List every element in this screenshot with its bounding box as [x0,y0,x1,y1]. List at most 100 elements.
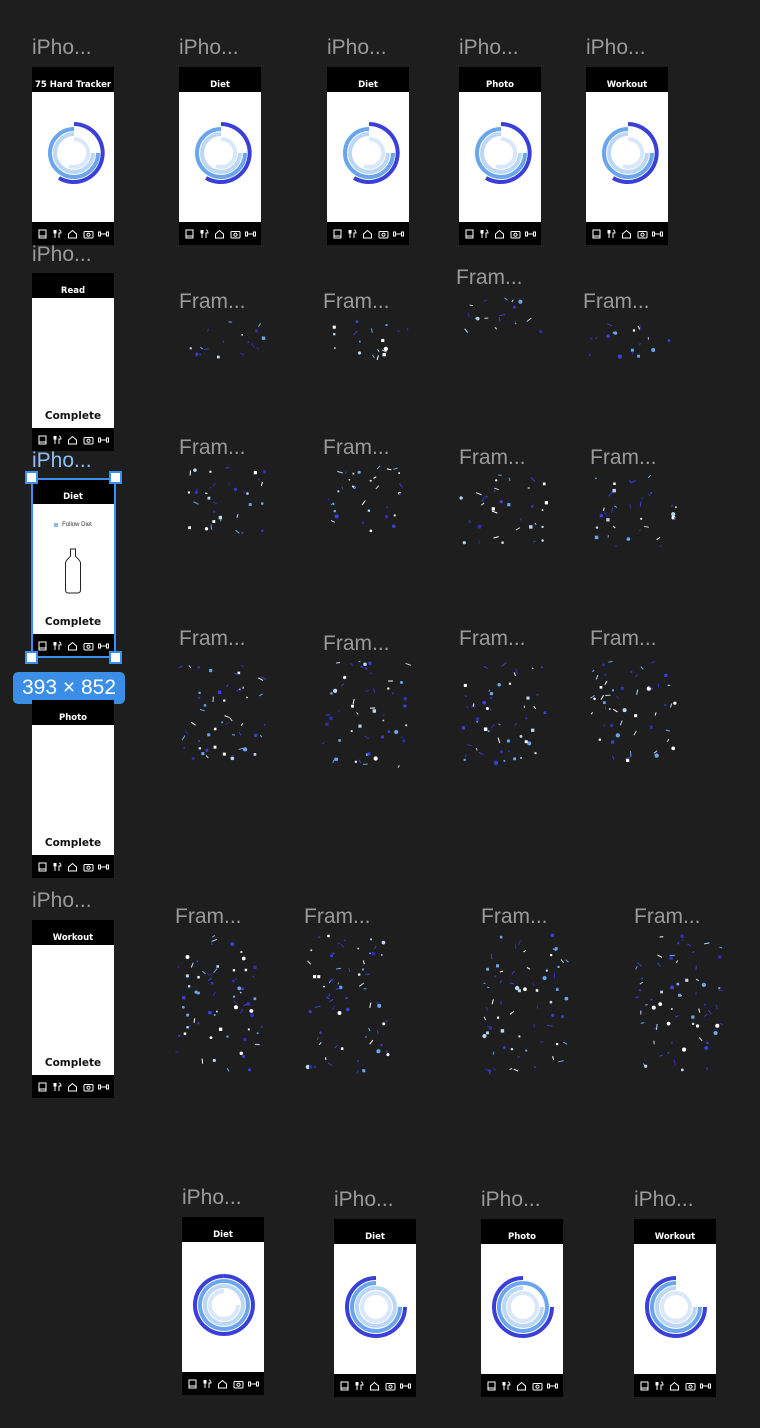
frame-label[interactable]: Fram... [590,447,657,468]
confetti-frame[interactable] [455,294,545,336]
confetti-frame[interactable] [589,655,679,767]
frame-label[interactable]: Fram... [323,437,390,458]
camera-icon[interactable] [685,1381,696,1391]
confetti-frame[interactable] [589,472,679,550]
home-icon[interactable] [362,229,373,239]
book-icon[interactable] [591,229,602,239]
camera-icon[interactable] [83,1082,94,1092]
frame-label[interactable]: iPho... [481,1189,541,1210]
home-icon[interactable] [214,229,225,239]
frame-label[interactable]: Fram... [456,267,523,288]
camera-icon[interactable] [83,862,94,872]
camera-icon[interactable] [83,229,94,239]
utensils-icon[interactable] [606,229,617,239]
book-icon[interactable] [339,1381,350,1391]
dumbbell-icon[interactable] [97,229,109,239]
utensils-icon[interactable] [199,229,210,239]
confetti-frame[interactable] [582,318,672,360]
iphone-frame-diet[interactable]: Diet [334,1219,416,1397]
iphone-frame-photo[interactable]: Photo [459,67,541,245]
frame-label-selected[interactable]: iPho... [32,450,92,471]
camera-icon[interactable] [532,1381,543,1391]
resize-handle-top-left[interactable] [25,471,38,484]
book-icon[interactable] [464,229,475,239]
dumbbell-icon[interactable] [699,1381,711,1391]
book-icon[interactable] [187,1379,198,1389]
confetti-frame[interactable] [178,655,268,767]
frame-label[interactable]: iPho... [459,37,519,58]
utensils-icon[interactable] [501,1381,512,1391]
camera-icon[interactable] [83,641,94,651]
confetti-frame[interactable] [458,472,548,550]
dumbbell-icon[interactable] [247,1379,259,1389]
frame-label[interactable]: Fram... [459,447,526,468]
utensils-icon[interactable] [52,641,63,651]
iphone-frame-diet[interactable]: Diet [182,1217,264,1395]
camera-icon[interactable] [637,229,648,239]
utensils-icon[interactable] [354,1381,365,1391]
dumbbell-icon[interactable] [97,1082,109,1092]
iphone-frame-photo[interactable]: Photo Complete [32,700,114,878]
frame-label[interactable]: Fram... [304,906,371,927]
resize-handle-top-right[interactable] [109,471,122,484]
utensils-icon[interactable] [52,435,63,445]
iphone-frame-tracker[interactable]: 75 Hard Tracker [32,67,114,245]
iphone-frame-workout[interactable]: Workout [586,67,668,245]
dumbbell-icon[interactable] [97,862,109,872]
frame-label[interactable]: Fram... [323,633,390,654]
frame-label[interactable]: iPho... [32,37,92,58]
home-icon[interactable] [67,641,78,651]
frame-label[interactable]: iPho... [179,37,239,58]
iphone-frame-diet[interactable]: Diet [179,67,261,245]
utensils-icon[interactable] [479,229,490,239]
iphone-frame-photo[interactable]: Photo [481,1219,563,1397]
frame-label[interactable]: Fram... [634,906,701,927]
frame-label[interactable]: iPho... [634,1189,694,1210]
frame-label[interactable]: iPho... [334,1189,394,1210]
dumbbell-icon[interactable] [399,1381,411,1391]
iphone-frame-read[interactable]: Read Complete [32,273,114,451]
resize-handle-bottom-right[interactable] [109,651,122,664]
frame-label[interactable]: Fram... [175,906,242,927]
dumbbell-icon[interactable] [97,435,109,445]
confetti-frame[interactable] [458,655,548,767]
home-icon[interactable] [217,1379,228,1389]
dumbbell-icon[interactable] [392,229,404,239]
home-icon[interactable] [669,1381,680,1391]
dumbbell-icon[interactable] [97,641,109,651]
book-icon[interactable] [486,1381,497,1391]
utensils-icon[interactable] [202,1379,213,1389]
confetti-frame[interactable] [178,318,268,360]
confetti-frame[interactable] [480,932,570,1074]
home-icon[interactable] [67,1082,78,1092]
utensils-icon[interactable] [347,229,358,239]
frame-label[interactable]: Fram... [179,291,246,312]
complete-button[interactable]: Complete [32,616,114,628]
iphone-frame-workout[interactable]: Workout [634,1219,716,1397]
book-icon[interactable] [639,1381,650,1391]
camera-icon[interactable] [230,229,241,239]
utensils-icon[interactable] [52,229,63,239]
confetti-frame[interactable] [322,658,412,770]
utensils-icon[interactable] [52,1082,63,1092]
dumbbell-icon[interactable] [524,229,536,239]
confetti-frame[interactable] [174,932,264,1074]
camera-icon[interactable] [83,435,94,445]
utensils-icon[interactable] [52,862,63,872]
complete-button[interactable]: Complete [32,1057,114,1069]
frame-label[interactable]: iPho... [182,1187,242,1208]
camera-icon[interactable] [378,229,389,239]
frame-label[interactable]: Fram... [481,906,548,927]
complete-button[interactable]: Complete [32,837,114,849]
iphone-frame-diet-selected[interactable]: Diet Follow Diet Complete [32,479,114,657]
frame-label[interactable]: Fram... [590,628,657,649]
frame-label[interactable]: iPho... [32,244,92,265]
home-icon[interactable] [516,1381,527,1391]
confetti-frame[interactable] [178,462,268,540]
home-icon[interactable] [67,435,78,445]
confetti-frame[interactable] [322,462,412,540]
home-icon[interactable] [369,1381,380,1391]
camera-icon[interactable] [385,1381,396,1391]
frame-label[interactable]: Fram... [459,628,526,649]
frame-label[interactable]: iPho... [327,37,387,58]
